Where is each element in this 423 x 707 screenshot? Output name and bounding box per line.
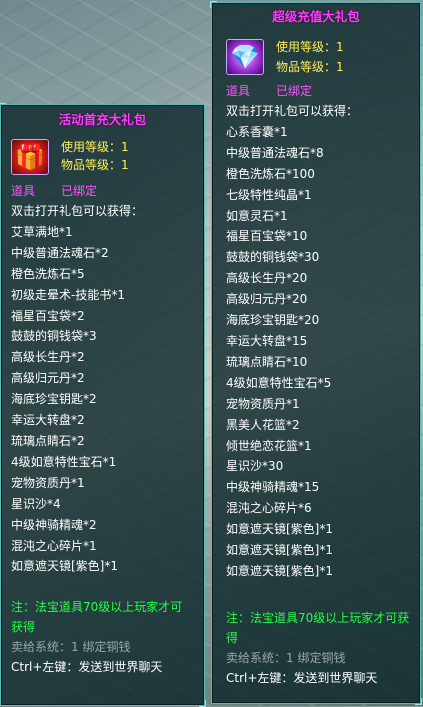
restriction-note: 注：法宝道具70级以上玩家才可获得 — [226, 610, 410, 645]
restriction-note: 注：法宝道具70级以上玩家才可获得 — [11, 600, 183, 635]
reward-item: 初级走晕术-技能书*1 — [11, 287, 125, 302]
item-description: 双击打开礼包可以获得： — [226, 104, 359, 118]
reward-item: 4级如意特性宝石*5 — [226, 375, 332, 390]
reward-item: 如意灵石*1 — [226, 208, 288, 223]
reward-item: 倾世绝恋花篮*1 — [226, 438, 312, 453]
reward-item: 中级神骑精魂*2 — [11, 517, 97, 532]
reward-item: 鼓鼓的铜钱袋*3 — [11, 329, 97, 344]
reward-item: 中级神骑精魂*15 — [226, 480, 320, 495]
reward-item: 琉璃点睛石*10 — [226, 354, 308, 369]
tooltip-activity-first-recharge: 活动首充大礼包 🎁 使用等级：1 物品等级：1 道具 已绑定 双击打开礼包可以获… — [0, 103, 206, 707]
tag-bound: 已绑定 — [276, 84, 313, 98]
reward-item: 中级普通法魂石*8 — [226, 145, 324, 160]
red-gift-icon[interactable]: 🎁 — [11, 139, 49, 175]
reward-item: 琉璃点睛石*2 — [11, 433, 85, 448]
reward-item: 如意遮天镜[紫色]*1 — [226, 522, 333, 537]
reward-item: 高级归元丹*2 — [11, 371, 85, 386]
reward-item: 混沌之心碎片*6 — [226, 501, 312, 516]
reward-list: 艾草满地*1 中级普通法魂石*2 橙色洗炼石*5 初级走晕术-技能书*1 福星百宝袋*2… — [1, 222, 204, 577]
reward-item: 黑美人花篮*2 — [226, 417, 300, 432]
tag-item-type: 道具 — [11, 184, 36, 198]
reward-item: 海底珍宝钥匙*20 — [226, 313, 320, 328]
item-level: 物品等级：1 — [276, 60, 344, 74]
reward-item: 海底珍宝钥匙*2 — [11, 392, 97, 407]
use-level: 使用等级：1 — [276, 40, 344, 54]
tooltip-super-recharge: 超级充值大礼包 💎 使用等级：1 物品等级：1 道具 已绑定 双击打开礼包可以获… — [210, 1, 422, 705]
reward-item: 混沌之心碎片*1 — [11, 538, 97, 553]
use-level: 使用等级：1 — [61, 140, 129, 154]
reward-item: 宠物资质丹*1 — [226, 396, 300, 411]
reward-item: 幸运大转盘*2 — [11, 413, 85, 428]
reward-item: 福星百宝袋*2 — [11, 308, 85, 323]
reward-item: 宠物资质丹*1 — [11, 475, 85, 490]
item-title: 超级充值大礼包 — [272, 9, 360, 24]
reward-item: 星识沙*30 — [226, 459, 284, 474]
item-tags: 道具 已绑定 — [1, 181, 204, 201]
reward-item: 4级如意特性宝石*1 — [11, 454, 117, 469]
item-tags: 道具 已绑定 — [212, 81, 420, 101]
tag-item-type: 道具 — [226, 84, 251, 98]
reward-item: 如意遮天镜[紫色]*1 — [226, 563, 333, 578]
reward-item: 高级长生丹*2 — [11, 350, 85, 365]
item-title: 活动首充大礼包 — [58, 112, 147, 127]
item-header: 💎 使用等级：1 物品等级：1 — [212, 39, 420, 79]
reward-item: 幸运大转盘*15 — [226, 333, 308, 348]
reward-item: 艾草满地*1 — [11, 224, 73, 239]
reward-list: 心系香囊*1 中级普通法魂石*8 橙色洗炼石*100 七级特性纯晶*1 如意灵石*1 福星… — [212, 122, 420, 582]
tag-bound: 已绑定 — [61, 184, 98, 198]
ctrl-click-hint: Ctrl+左键：发送到世界聊天 — [226, 670, 378, 685]
item-header: 🎁 使用等级：1 物品等级：1 — [1, 137, 204, 181]
reward-item: 如意遮天镜[紫色]*1 — [11, 559, 118, 574]
item-level: 物品等级：1 — [61, 158, 129, 172]
reward-item: 星识沙*4 — [11, 496, 61, 511]
reward-item: 心系香囊*1 — [226, 124, 288, 139]
ctrl-click-hint: Ctrl+左键：发送到世界聊天 — [11, 660, 163, 675]
reward-item: 高级归元丹*20 — [226, 292, 308, 307]
reward-item: 橙色洗炼石*5 — [11, 266, 85, 281]
sell-price: 卖给系统：1 绑定铜钱 — [226, 650, 346, 665]
reward-item: 橙色洗炼石*100 — [226, 166, 315, 181]
reward-item: 中级普通法魂石*2 — [11, 245, 109, 260]
purple-gift-icon[interactable]: 💎 — [226, 39, 264, 75]
sell-price: 卖给系统：1 绑定铜钱 — [11, 640, 131, 655]
reward-item: 高级长生丹*20 — [226, 271, 308, 286]
item-description: 双击打开礼包可以获得： — [11, 204, 144, 218]
reward-item: 七级特性纯晶*1 — [226, 187, 312, 202]
reward-item: 如意遮天镜[紫色]*1 — [226, 543, 333, 558]
reward-item: 鼓鼓的铜钱袋*30 — [226, 250, 320, 265]
reward-item: 福星百宝袋*10 — [226, 229, 308, 244]
